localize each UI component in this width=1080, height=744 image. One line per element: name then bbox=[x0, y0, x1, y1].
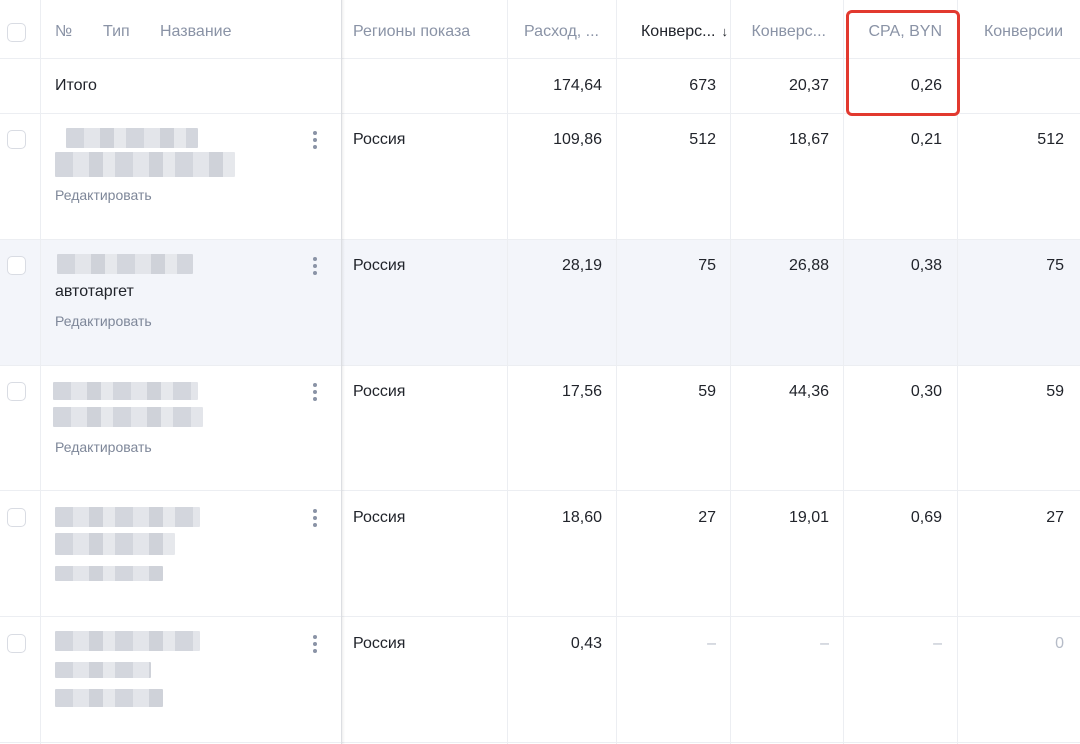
total-expense: 174,64 bbox=[553, 77, 602, 94]
divider bbox=[843, 0, 844, 744]
row-conversions-sorted: 512 bbox=[689, 131, 716, 148]
row-conversions: 27 bbox=[1046, 509, 1064, 526]
row-expense: 18,60 bbox=[561, 509, 602, 526]
row-conversion-rate: 26,88 bbox=[788, 257, 829, 274]
redacted-name bbox=[55, 533, 175, 555]
row-expense: 28,19 bbox=[561, 257, 602, 274]
row-region: Россия bbox=[353, 383, 406, 400]
row-conversions: 0 bbox=[1055, 635, 1064, 652]
divider bbox=[0, 365, 1080, 366]
redacted-name bbox=[55, 566, 163, 581]
redacted-name bbox=[66, 128, 198, 148]
row-region: Россия bbox=[353, 635, 406, 652]
header-conversions[interactable]: Конверсии bbox=[957, 22, 1063, 42]
row-expense: 17,56 bbox=[561, 383, 602, 400]
redacted-name bbox=[53, 382, 198, 400]
header-conversions-sorted[interactable]: Конверс... ↓ bbox=[616, 22, 728, 42]
row-conversions: 59 bbox=[1046, 383, 1064, 400]
row-checkbox[interactable] bbox=[7, 256, 26, 275]
row-cpa: 0,69 bbox=[910, 509, 942, 526]
divider bbox=[0, 490, 1080, 491]
select-all-checkbox[interactable] bbox=[7, 23, 26, 42]
row-region: Россия bbox=[353, 509, 406, 526]
header-conversion-rate[interactable]: Конверс... bbox=[730, 22, 826, 42]
row-conversion-rate: – bbox=[820, 635, 829, 652]
row-region: Россия bbox=[353, 257, 406, 274]
row-conversions-sorted: – bbox=[707, 635, 716, 652]
row-conversion-rate: 44,36 bbox=[788, 383, 829, 400]
divider bbox=[507, 0, 508, 744]
more-menu-icon[interactable] bbox=[306, 507, 324, 529]
row-cpa: – bbox=[933, 635, 942, 652]
row-cpa: 0,21 bbox=[910, 131, 942, 148]
header-regions[interactable]: Регионы показа bbox=[353, 22, 470, 42]
header-conversions-sorted-label: Конверс... bbox=[640, 23, 716, 40]
total-conversions-sorted: 673 bbox=[689, 77, 716, 94]
redacted-name bbox=[57, 254, 193, 274]
header-expense[interactable]: Расход, ... bbox=[507, 22, 599, 42]
total-label: Итого bbox=[55, 77, 97, 94]
row-checkbox[interactable] bbox=[7, 382, 26, 401]
row-conversions-sorted: 75 bbox=[698, 257, 716, 274]
divider bbox=[0, 616, 1080, 617]
header-name[interactable]: Название bbox=[160, 22, 232, 42]
frozen-column-shadow bbox=[341, 0, 345, 744]
redacted-name bbox=[53, 407, 203, 427]
sort-desc-icon: ↓ bbox=[721, 24, 729, 39]
row-cpa: 0,38 bbox=[910, 257, 942, 274]
header-type[interactable]: Тип bbox=[103, 22, 130, 42]
row-conversion-rate: 18,67 bbox=[788, 131, 829, 148]
more-menu-icon[interactable] bbox=[306, 129, 324, 151]
more-menu-icon[interactable] bbox=[306, 255, 324, 277]
row-subtitle: автотаргет bbox=[55, 283, 134, 300]
redacted-name bbox=[55, 689, 163, 707]
row-checkbox[interactable] bbox=[7, 508, 26, 527]
cpa-highlight-frame bbox=[846, 10, 960, 116]
redacted-name bbox=[55, 662, 151, 678]
row-checkbox[interactable] bbox=[7, 130, 26, 149]
divider bbox=[0, 742, 1080, 743]
divider bbox=[0, 239, 1080, 240]
redacted-name bbox=[55, 152, 235, 177]
edit-link[interactable]: Редактировать bbox=[55, 187, 152, 203]
row-expense: 0,43 bbox=[570, 635, 602, 652]
edit-link[interactable]: Редактировать bbox=[55, 313, 152, 329]
row-conversions-sorted: 59 bbox=[698, 383, 716, 400]
more-menu-icon[interactable] bbox=[306, 381, 324, 403]
divider bbox=[730, 0, 731, 744]
redacted-name bbox=[55, 507, 200, 527]
row-conversions: 512 bbox=[1037, 131, 1064, 148]
total-conversion-rate: 20,37 bbox=[788, 77, 829, 94]
divider bbox=[616, 0, 617, 744]
header-num[interactable]: № bbox=[55, 22, 72, 42]
row-conversions-sorted: 27 bbox=[698, 509, 716, 526]
redacted-name bbox=[55, 631, 200, 651]
divider bbox=[40, 0, 41, 744]
row-expense: 109,86 bbox=[553, 131, 602, 148]
row-region: Россия bbox=[353, 131, 406, 148]
more-menu-icon[interactable] bbox=[306, 633, 324, 655]
row-conversion-rate: 19,01 bbox=[788, 509, 829, 526]
edit-link[interactable]: Редактировать bbox=[55, 439, 152, 455]
row-conversions: 75 bbox=[1046, 257, 1064, 274]
row-checkbox[interactable] bbox=[7, 634, 26, 653]
row-cpa: 0,30 bbox=[910, 383, 942, 400]
